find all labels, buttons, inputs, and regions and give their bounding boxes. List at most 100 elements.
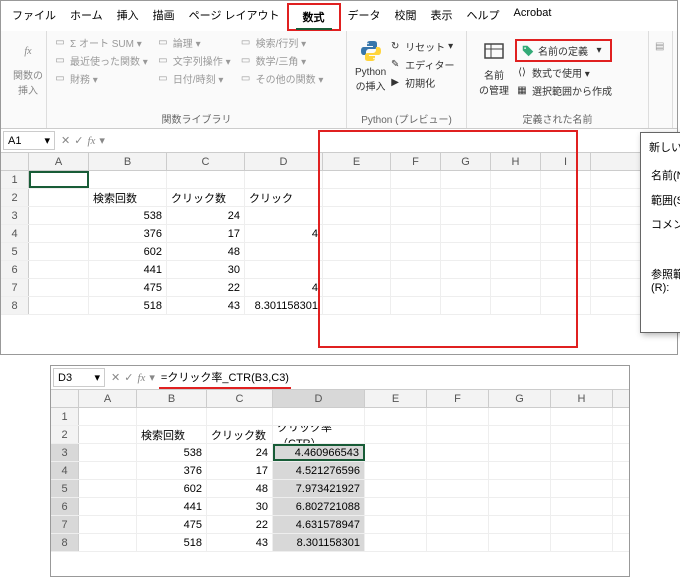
col-header[interactable]: D — [245, 153, 323, 170]
cell[interactable] — [29, 225, 89, 242]
cell[interactable] — [245, 243, 323, 260]
cell[interactable]: 475 — [137, 516, 207, 533]
python-insert-button[interactable]: Python の挿入 — [353, 35, 388, 95]
cell[interactable] — [551, 408, 613, 425]
cell[interactable]: 4 — [245, 279, 323, 296]
cell[interactable] — [29, 171, 89, 188]
menu-item-10[interactable]: Acrobat — [507, 3, 559, 31]
name-box[interactable]: D3▾ — [53, 368, 105, 387]
cell[interactable] — [365, 408, 427, 425]
cell[interactable] — [79, 516, 137, 533]
row-header[interactable]: 2 — [1, 189, 29, 206]
ribbon-item[interactable]: ▭その他の関数 ▾ — [239, 71, 324, 86]
cell[interactable] — [29, 189, 89, 206]
select-all-corner[interactable] — [51, 390, 79, 407]
cell[interactable]: 602 — [137, 480, 207, 497]
cell[interactable] — [29, 207, 89, 224]
cell[interactable]: 24 — [207, 444, 273, 461]
overflow-icon[interactable]: ▤ — [655, 41, 666, 52]
cell[interactable] — [489, 444, 551, 461]
cell[interactable] — [89, 171, 167, 188]
ribbon-item[interactable]: ▭文字列操作 ▾ — [156, 53, 231, 68]
cell[interactable]: 43 — [167, 297, 245, 314]
col-header[interactable]: G — [489, 390, 551, 407]
cell[interactable] — [273, 408, 365, 425]
col-header[interactable]: B — [137, 390, 207, 407]
ribbon-item[interactable]: ▭最近使った関数 ▾ — [53, 53, 148, 68]
menu-item-5[interactable]: 数式 — [296, 8, 332, 30]
cancel-icon[interactable]: ✕ — [61, 134, 70, 147]
cell[interactable] — [365, 426, 427, 443]
cell[interactable] — [427, 534, 489, 551]
cell[interactable]: 4 — [245, 225, 323, 242]
use-in-formula-button[interactable]: ⟨⟩数式で使用 ▾ — [515, 65, 612, 80]
cell[interactable] — [427, 480, 489, 497]
cell[interactable] — [207, 408, 273, 425]
col-header[interactable]: B — [89, 153, 167, 170]
name-manager-button[interactable]: 名前 の管理 — [473, 35, 515, 99]
cell[interactable] — [551, 480, 613, 497]
cell[interactable]: 4.631578947 — [273, 516, 365, 533]
cell[interactable] — [427, 444, 489, 461]
cell[interactable] — [551, 534, 613, 551]
cell[interactable] — [79, 498, 137, 515]
enter-icon[interactable]: ✓ — [74, 134, 83, 147]
cell[interactable]: 17 — [167, 225, 245, 242]
cell[interactable]: 検索回数 — [137, 426, 207, 443]
cell[interactable]: 30 — [167, 261, 245, 278]
cell[interactable]: 538 — [89, 207, 167, 224]
cell[interactable] — [489, 498, 551, 515]
cell[interactable]: 8.301158301 — [245, 297, 323, 314]
menu-item-9[interactable]: ヘルプ — [460, 3, 507, 31]
cell[interactable] — [79, 444, 137, 461]
cell[interactable]: 48 — [167, 243, 245, 260]
cell[interactable] — [489, 408, 551, 425]
row-header[interactable]: 7 — [51, 516, 79, 533]
python-init-button[interactable]: ▶初期化 — [388, 75, 454, 90]
cell[interactable]: 441 — [89, 261, 167, 278]
cell[interactable]: クリック数 — [207, 426, 273, 443]
cell[interactable] — [245, 171, 323, 188]
cell[interactable] — [489, 534, 551, 551]
row-header[interactable]: 3 — [51, 444, 79, 461]
cell[interactable] — [427, 516, 489, 533]
menu-item-8[interactable]: 表示 — [424, 3, 460, 31]
cell[interactable] — [551, 462, 613, 479]
cell[interactable]: 7.973421927 — [273, 480, 365, 497]
cell[interactable]: 4.521276596 — [273, 462, 365, 479]
select-all-corner[interactable] — [1, 153, 29, 170]
menu-item-0[interactable]: ファイル — [5, 3, 63, 31]
cell[interactable]: 17 — [207, 462, 273, 479]
row-header[interactable]: 8 — [51, 534, 79, 551]
cell[interactable]: 475 — [89, 279, 167, 296]
cell[interactable] — [79, 426, 137, 443]
formula-input[interactable] — [109, 133, 309, 149]
cell[interactable] — [427, 498, 489, 515]
ribbon-item[interactable]: ▭財務 ▾ — [53, 71, 148, 86]
row-header[interactable]: 5 — [1, 243, 29, 260]
cell[interactable]: 602 — [89, 243, 167, 260]
row-header[interactable]: 2 — [51, 426, 79, 443]
cell[interactable]: 518 — [137, 534, 207, 551]
menu-item-4[interactable]: ページ レイアウト — [182, 3, 287, 31]
cell[interactable] — [79, 534, 137, 551]
cell[interactable] — [551, 444, 613, 461]
cancel-icon[interactable]: ✕ — [111, 371, 120, 384]
col-header[interactable]: A — [79, 390, 137, 407]
cell[interactable] — [489, 516, 551, 533]
cell[interactable]: 43 — [207, 534, 273, 551]
cell[interactable] — [365, 498, 427, 515]
cell[interactable]: 441 — [137, 498, 207, 515]
row-header[interactable]: 3 — [1, 207, 29, 224]
row-header[interactable]: 5 — [51, 480, 79, 497]
cell[interactable]: 538 — [137, 444, 207, 461]
ribbon-item[interactable]: ▭論理 ▾ — [156, 35, 231, 50]
cell[interactable] — [245, 261, 323, 278]
cell[interactable]: クリック率（CTR） — [273, 426, 365, 443]
cell[interactable]: 6.802721088 — [273, 498, 365, 515]
ribbon-item[interactable]: ▭日付/時刻 ▾ — [156, 71, 231, 86]
cell[interactable] — [365, 516, 427, 533]
python-reset-button[interactable]: ↻リセット ▾ — [388, 39, 454, 54]
row-header[interactable]: 1 — [51, 408, 79, 425]
cell[interactable] — [427, 408, 489, 425]
